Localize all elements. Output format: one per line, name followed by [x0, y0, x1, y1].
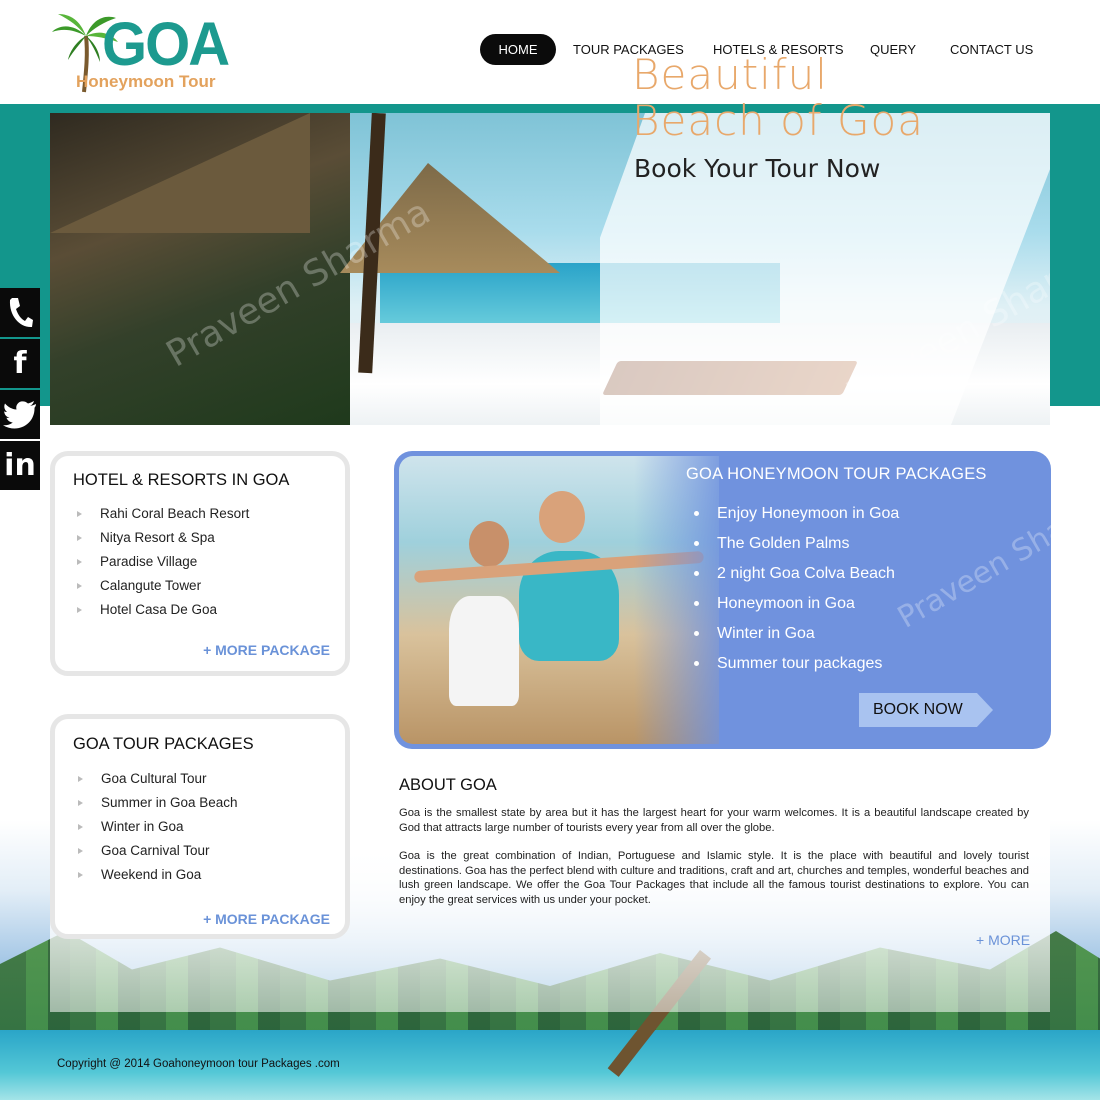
list-item[interactable]: Calangute Tower	[77, 574, 249, 598]
arrow-right-icon	[78, 872, 83, 879]
hotels-list: Rahi Coral Beach Resort Nitya Resort & S…	[77, 502, 249, 622]
list-item[interactable]: Winter in Goa	[694, 619, 899, 649]
hero-cta-text[interactable]: Book Your Tour Now	[634, 154, 880, 183]
tours-box: GOA TOUR PACKAGES Goa Cultural Tour Summ…	[50, 714, 350, 939]
arrow-right-icon	[77, 583, 82, 590]
man-head	[539, 491, 585, 543]
woman-top	[449, 596, 519, 706]
arrow-right-icon	[78, 824, 83, 831]
list-item[interactable]: Winter in Goa	[78, 815, 238, 839]
about-more-link[interactable]: + MORE	[976, 932, 1030, 948]
bullet-icon	[694, 541, 699, 547]
honeymoon-packages-box: GOA HONEYMOON TOUR PACKAGES Enjoy Honeym…	[394, 451, 1051, 749]
arrow-right-icon	[77, 511, 82, 518]
watermark-text: Praveen Sharma	[891, 481, 1051, 636]
list-item[interactable]: Nitya Resort & Spa	[77, 526, 249, 550]
tours-list: Goa Cultural Tour Summer in Goa Beach Wi…	[78, 767, 238, 887]
about-paragraph-2: Goa is the great combination of Indian, …	[399, 850, 1029, 906]
list-item[interactable]: Paradise Village	[77, 550, 249, 574]
bullet-icon	[694, 631, 699, 637]
arrow-right-icon	[78, 776, 83, 783]
arrow-right-icon	[78, 800, 83, 807]
bullet-icon	[694, 511, 699, 517]
about-title: ABOUT GOA	[399, 776, 497, 794]
bullet-icon	[694, 571, 699, 577]
hotels-box-title: HOTEL & RESORTS IN GOA	[73, 471, 290, 489]
twitter-button[interactable]	[0, 390, 40, 439]
tours-more-link[interactable]: + MORE PACKAGE	[203, 911, 330, 927]
nav-contact-us[interactable]: CONTACT US	[950, 34, 1033, 65]
twitter-icon	[3, 401, 36, 429]
about-paragraph-1: Goa is the smallest state by area but it…	[399, 807, 1029, 834]
woman-head	[469, 521, 509, 567]
arrow-right-icon	[77, 607, 82, 614]
social-sidebar: f in	[0, 288, 40, 492]
hero-title: Beautiful Beach of Goa	[632, 50, 924, 145]
list-item[interactable]: The Golden Palms	[694, 529, 899, 559]
facebook-button[interactable]: f	[0, 339, 40, 388]
list-item[interactable]: Goa Carnival Tour	[78, 839, 238, 863]
copyright-text: Copyright @ 2014 Goahoneymoon tour Packa…	[57, 1058, 340, 1070]
site-logo[interactable]: GOA Honeymoon Tour	[50, 10, 230, 94]
hero-hut-roof	[50, 113, 310, 233]
bullet-icon	[694, 661, 699, 667]
list-item[interactable]: Enjoy Honeymoon in Goa	[694, 499, 899, 529]
tours-box-title: GOA TOUR PACKAGES	[73, 735, 254, 753]
packages-list: Enjoy Honeymoon in Goa The Golden Palms …	[694, 499, 899, 679]
arrow-right-icon	[77, 559, 82, 566]
list-item[interactable]: Rahi Coral Beach Resort	[77, 502, 249, 526]
phone-icon	[9, 298, 33, 328]
packages-title: GOA HONEYMOON TOUR PACKAGES	[686, 465, 987, 483]
arrow-right-icon	[78, 848, 83, 855]
list-item[interactable]: Hotel Casa De Goa	[77, 598, 249, 622]
book-now-button[interactable]: BOOK NOW	[859, 693, 993, 727]
logo-title: GOA	[102, 10, 230, 79]
list-item[interactable]: Weekend in Goa	[78, 863, 238, 887]
list-item[interactable]: Summer in Goa Beach	[78, 791, 238, 815]
hero-banner: Praveen Sharma Praveen Sharma	[50, 113, 1050, 425]
list-item[interactable]: 2 night Goa Colva Beach	[694, 559, 899, 589]
facebook-icon: f	[13, 346, 27, 381]
linkedin-icon: in	[4, 448, 36, 483]
bullet-icon	[694, 601, 699, 607]
arrow-right-icon	[77, 535, 82, 542]
hotels-box: HOTEL & RESORTS IN GOA Rahi Coral Beach …	[50, 451, 350, 676]
list-item[interactable]: Goa Cultural Tour	[78, 767, 238, 791]
hotels-more-link[interactable]: + MORE PACKAGE	[203, 642, 330, 658]
nav-home[interactable]: HOME	[480, 34, 556, 65]
phone-button[interactable]	[0, 288, 40, 337]
logo-tagline: Honeymoon Tour	[76, 72, 216, 91]
linkedin-button[interactable]: in	[0, 441, 40, 490]
list-item[interactable]: Honeymoon in Goa	[694, 589, 899, 619]
list-item[interactable]: Summer tour packages	[694, 649, 899, 679]
